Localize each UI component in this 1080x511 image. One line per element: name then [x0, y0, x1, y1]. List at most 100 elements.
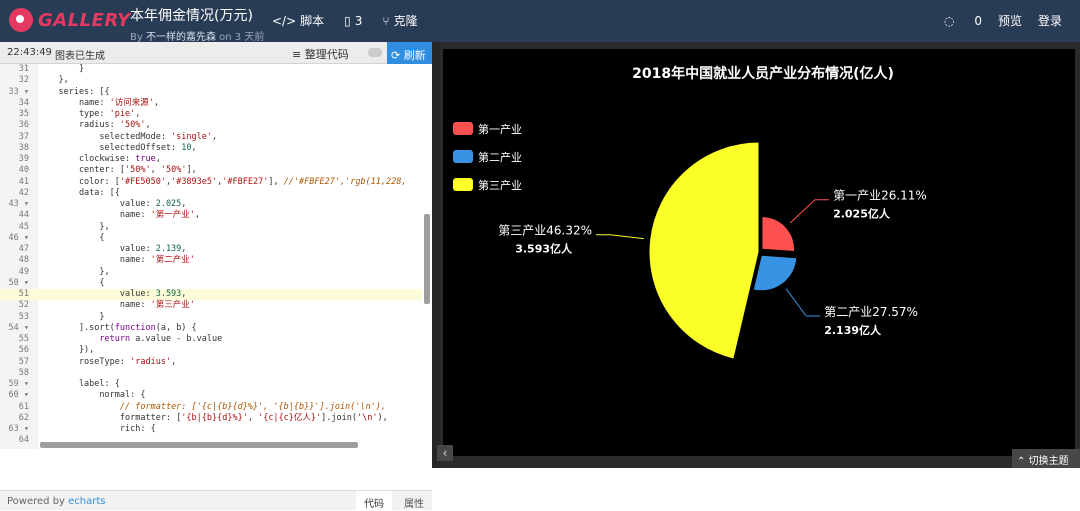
fork-count: 3 [354, 13, 363, 28]
panel-divider[interactable] [432, 42, 440, 468]
line-number: 52 [18, 300, 29, 311]
line-number: 38 [18, 142, 29, 153]
run-label: 刷新 [403, 49, 426, 62]
chart-title: 2018年中国就业人员产业分布情况(亿人) [632, 65, 894, 82]
line-number: 39 [18, 154, 29, 164]
comments-button[interactable]: ◌ 0 [928, 14, 982, 28]
clone-button[interactable]: ⑂ 克隆 [382, 12, 417, 29]
line-number: 51 [0, 289, 38, 301]
pie-slice [761, 216, 796, 253]
editor-footer: Powered by echarts 代码 属性 [0, 490, 432, 511]
chevron-up-icon: ⌃ [1017, 456, 1026, 467]
pie-slice [648, 141, 760, 360]
tab-code[interactable]: 代码 [356, 491, 392, 511]
chart-legend: 第一产业第二产业第三产业 [453, 122, 522, 192]
slice-label-value: 2.025亿人 [833, 207, 891, 221]
gallery-logo[interactable]: GALLERY [9, 8, 131, 32]
code-area[interactable]: } }, series: [{ name: '访问来源', type: 'pie… [38, 64, 422, 449]
line-number: 49 [18, 266, 29, 277]
label-line [785, 288, 821, 317]
logo-icon [9, 8, 33, 32]
powered-by: Powered by echarts [7, 496, 106, 507]
chevron-left-icon: ‹ [442, 446, 448, 460]
line-number: 35 [18, 109, 29, 119]
run-button[interactable]: ⟳ 刷新 [387, 42, 432, 64]
line-number: 55 [18, 334, 29, 344]
vertical-scrollbar[interactable] [424, 214, 430, 304]
code-editor-panel: 22:43:49 图表已生成 ≡ 整理代码 ⟳ 刷新 31 32 33 ▾ 34 … [0, 42, 432, 511]
line-number: 34 [18, 97, 29, 108]
line-number: 43 ▾ [8, 199, 29, 209]
line-number: 58 [18, 367, 29, 378]
author-line: By 不一样的嘉先森 on 3 天前 [130, 28, 264, 43]
line-number: 59 ▾ [8, 379, 29, 389]
line-number: 61 [18, 401, 29, 412]
chart-panel: 2018年中国就业人员产业分布情况(亿人) 第一产业第二产业第三产业 第一产业 2… [440, 42, 1080, 468]
logo-text: GALLERY [38, 9, 131, 31]
echarts-link[interactable]: echarts [68, 496, 105, 507]
line-number: 41 [18, 176, 29, 187]
preview-button[interactable]: 预览 [998, 12, 1022, 29]
line-number: 63 ▾ [8, 424, 29, 434]
chart-canvas: 2018年中国就业人员产业分布情况(亿人) 第一产业第二产业第三产业 第一产业 2… [443, 49, 1075, 456]
document-icon: ▯ [344, 13, 351, 28]
code-icon: </> [272, 13, 297, 28]
line-number: 42 [18, 187, 29, 198]
line-number: 48 [18, 255, 29, 266]
switch-theme-label: 切换主题 [1028, 456, 1069, 467]
generated-status: 图表已生成 [55, 51, 105, 62]
chart-title-block: 本年佣金情况(万元) By 不一样的嘉先森 on 3 天前 [130, 5, 264, 43]
comment-icon: ◌ [943, 13, 955, 28]
line-number-gutter: 31 32 33 ▾ 34 35 36 37 38 39 40 41 42 43 … [0, 64, 38, 449]
slice-label-name: 第二产业27.57% [824, 305, 918, 319]
line-number: 56 [18, 345, 29, 356]
line-number: 32 [18, 75, 29, 86]
refresh-icon: ⟳ [391, 49, 401, 62]
fork-count-button[interactable]: ▯ 3 [344, 14, 362, 28]
collapse-editor-button[interactable]: ‹ [437, 445, 453, 461]
clone-label: 克隆 [393, 14, 418, 28]
format-code-button[interactable]: ≡ 整理代码 [292, 46, 349, 62]
legend-label: 第一产业 [478, 122, 522, 136]
slice-label-name: 第三产业46.32% [498, 224, 592, 238]
line-number: 37 [18, 131, 29, 142]
line-number: 53 [18, 311, 29, 322]
script-button[interactable]: </> 脚本 [272, 12, 324, 29]
legend-swatch [453, 178, 473, 191]
format-code-label: 整理代码 [304, 48, 349, 61]
page-title: 本年佣金情况(万元) [130, 8, 253, 24]
label-line [596, 234, 644, 240]
slice-label-value: 2.139亿人 [824, 323, 882, 337]
editor-toolbar: 22:43:49 图表已生成 ≡ 整理代码 ⟳ 刷新 [0, 42, 432, 64]
line-number: 47 [18, 244, 29, 254]
slice-label-value: 3.593亿人 [515, 242, 573, 256]
generated-time: 22:43:49 [7, 47, 52, 58]
legend-swatch [453, 150, 473, 163]
legend-label: 第二产业 [478, 150, 522, 164]
comments-count: 0 [974, 13, 982, 28]
switch-theme-button[interactable]: ⌃ 切换主题 [1012, 449, 1080, 468]
legend-label: 第三产业 [478, 178, 522, 192]
auto-run-toggle[interactable] [368, 48, 382, 57]
align-left-icon: ≡ [292, 48, 302, 61]
legend-swatch [453, 122, 473, 135]
pie-slices [648, 141, 798, 360]
powered-by-label: Powered by [7, 496, 65, 507]
top-actions: </> 脚本 ▯ 3 ⑂ 克隆 [272, 12, 438, 29]
line-number: 60 ▾ [8, 390, 29, 401]
line-number: 36 [18, 120, 29, 131]
label-line [789, 199, 830, 224]
login-button[interactable]: 登录 [1038, 12, 1062, 29]
line-number: 45 [18, 221, 29, 232]
line-number: 54 ▾ [8, 322, 29, 333]
line-number: 46 ▾ [8, 232, 29, 243]
horizontal-scrollbar[interactable] [40, 442, 358, 448]
line-number: 62 [18, 412, 29, 423]
pie-chart: 2018年中国就业人员产业分布情况(亿人) 第一产业第二产业第三产业 第一产业 2… [453, 65, 927, 360]
line-number: 57 [18, 356, 29, 367]
line-number: 64 [18, 435, 29, 446]
tab-properties[interactable]: 属性 [396, 491, 432, 511]
line-number: 44 [18, 210, 29, 221]
fork-icon: ⑂ [382, 13, 390, 28]
script-label: 脚本 [300, 14, 325, 28]
